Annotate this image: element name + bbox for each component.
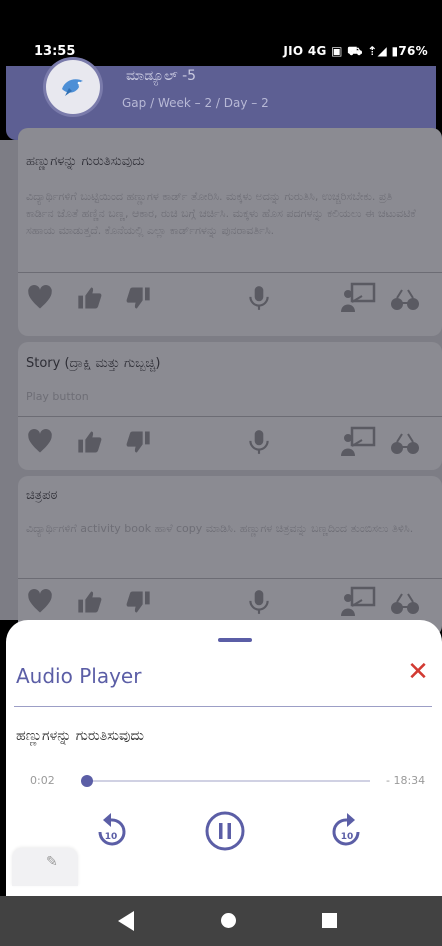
activity-card: ಹಣ್ಣುಗಳನ್ನು ಗುರುತಿಸುವುದು ವಿದ್ಯಾರ್ಥಿಗಳಿಗೆ…: [18, 128, 442, 336]
forward-10-button[interactable]: 10: [326, 808, 368, 858]
teacher-board-icon[interactable]: [340, 282, 376, 314]
status-indicators: JIO 4G ▣ ⛟ ⇡◢ ▮76%: [283, 44, 428, 58]
heart-icon[interactable]: [26, 428, 54, 456]
system-nav-bar: [0, 896, 442, 946]
screen: 13:55 JIO 4G ▣ ⛟ ⇡◢ ▮76% ಮಾಡ್ಯೂಲ್ -5 Gap…: [0, 0, 442, 946]
player-title: Audio Player: [16, 664, 142, 688]
player-divider: [14, 706, 432, 707]
microphone-icon[interactable]: [246, 284, 272, 312]
back-icon[interactable]: [118, 911, 134, 931]
rewind-10-button[interactable]: 10: [90, 808, 132, 858]
activity-card: Story (ದ್ರಾಕ್ಷಿ ಮತ್ತು ಗುಬ್ಬಚ್ಚಿ) Play bu…: [18, 342, 442, 470]
module-title: ಮಾಡ್ಯೂಲ್ -5: [126, 68, 197, 84]
pencil-icon: ✎: [46, 854, 58, 870]
glasses-icon[interactable]: [390, 432, 420, 456]
thumbs-down-icon[interactable]: [124, 284, 152, 312]
card-divider: [18, 272, 442, 273]
pause-button[interactable]: [204, 810, 246, 856]
avatar[interactable]: [46, 60, 100, 114]
module-subtitle: Gap / Week – 2 / Day – 2: [122, 96, 269, 110]
card-divider: [18, 578, 442, 579]
card-title: Story (ದ್ರಾಕ್ಷಿ ಮತ್ತು ಗುಬ್ಬಚ್ಚಿ): [26, 356, 161, 371]
seek-bar-thumb[interactable]: [80, 775, 93, 787]
glasses-icon[interactable]: [390, 288, 420, 312]
status-time: 13:55: [34, 44, 76, 59]
bird-logo-icon: [62, 79, 83, 96]
card-divider: [18, 416, 442, 417]
edit-button[interactable]: ✎: [12, 848, 78, 886]
replay-10-icon: 10: [98, 813, 126, 846]
teacher-board-icon[interactable]: [340, 586, 376, 618]
card-actions: [18, 584, 442, 624]
thumbs-down-icon[interactable]: [124, 428, 152, 456]
card-actions: [18, 424, 442, 464]
forward-seconds: 10: [341, 832, 354, 842]
close-button[interactable]: ✕: [402, 656, 434, 688]
microphone-icon[interactable]: [246, 428, 272, 456]
thumbs-up-icon[interactable]: [76, 284, 104, 312]
card-actions: [18, 280, 442, 320]
track-title: ಹಣ್ಣುಗಳನ್ನು ಗುರುತಿಸುವುದು: [16, 728, 144, 744]
thumbs-up-icon[interactable]: [76, 428, 104, 456]
microphone-icon[interactable]: [246, 588, 272, 616]
card-title: ಹಣ್ಣುಗಳನ್ನು ಗುರುತಿಸುವುದು: [26, 154, 145, 169]
top-strip: [0, 0, 442, 8]
drag-handle[interactable]: [218, 638, 252, 642]
close-icon: ✕: [407, 657, 429, 687]
activity-list: ಹಣ್ಣುಗಳನ್ನು ಗುರುತಿಸುವುದು ವಿದ್ಯಾರ್ಥಿಗಳಿಗೆ…: [0, 128, 442, 636]
status-bar: 13:55 JIO 4G ▣ ⛟ ⇡◢ ▮76%: [0, 8, 442, 66]
thumbs-down-icon[interactable]: [124, 588, 152, 616]
heart-icon[interactable]: [26, 284, 54, 312]
seek-bar[interactable]: [80, 775, 370, 787]
card-description: ವಿದ್ಯಾರ್ಥಿಗಳಿಗೆ activity book ಹಾಳೆ copy …: [26, 522, 414, 535]
card-description: ವಿದ್ಯಾರ್ಥಿಗಳಿಗೆ ಬುಟ್ಟಿಯಿಂದ ಹಣ್ಣುಗಳ ಕಾರ್ಡ…: [26, 190, 416, 237]
recents-icon[interactable]: [322, 913, 337, 928]
card-title: ಚಿತ್ರಪಠ: [26, 488, 58, 503]
forward-10-icon: 10: [332, 813, 360, 846]
teacher-board-icon[interactable]: [340, 426, 376, 458]
heart-icon[interactable]: [26, 588, 54, 616]
home-icon[interactable]: [221, 913, 236, 928]
pause-icon: [205, 811, 245, 851]
rewind-seconds: 10: [105, 832, 118, 842]
thumbs-up-icon[interactable]: [76, 588, 104, 616]
total-time: - 18:34: [386, 774, 426, 787]
current-time: 0:02: [30, 774, 55, 787]
activity-card: ಚಿತ್ರಪಠ ವಿದ್ಯಾರ್ಥಿಗಳಿಗೆ activity book ಹಾ…: [18, 476, 442, 636]
card-description: Play button: [26, 390, 89, 403]
glasses-icon[interactable]: [390, 592, 420, 616]
